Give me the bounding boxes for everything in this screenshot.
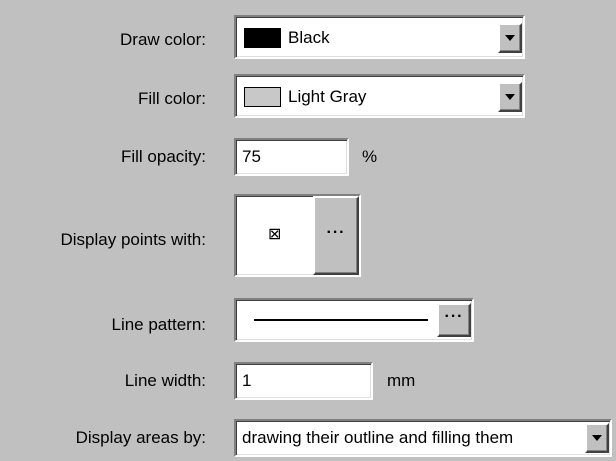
- chevron-down-icon: [592, 435, 602, 441]
- line-pattern-browse-button[interactable]: ···: [437, 303, 471, 337]
- fill-color-select[interactable]: Light Gray: [234, 74, 525, 118]
- fill-opacity-label: Fill opacity:: [120, 147, 206, 166]
- draw-color-swatch: [244, 28, 281, 48]
- fill-color-dropdown-button[interactable]: [498, 82, 522, 112]
- display-points-browse-button[interactable]: ···: [313, 196, 359, 275]
- ellipsis-icon: ···: [444, 308, 464, 325]
- display-areas-value: drawing their outline and filling them: [242, 428, 514, 447]
- line-pattern-preview: [254, 319, 428, 321]
- line-width-input[interactable]: 1: [234, 362, 373, 400]
- line-width-unit: mm: [387, 371, 416, 390]
- point-symbol-icon: ⊠: [268, 224, 282, 243]
- line-width-label: Line width:: [124, 371, 206, 390]
- draw-color-value: Black: [288, 28, 330, 47]
- display-areas-select[interactable]: drawing their outline and filling them: [234, 419, 612, 457]
- fill-opacity-input[interactable]: 75: [234, 138, 349, 176]
- draw-color-dropdown-button[interactable]: [498, 23, 522, 53]
- display-areas-dropdown-button[interactable]: [585, 423, 609, 453]
- fill-color-value: Light Gray: [288, 87, 367, 106]
- chevron-down-icon: [505, 35, 515, 41]
- display-points-label: Display points with:: [60, 230, 206, 249]
- fill-opacity-value: 75: [242, 147, 261, 166]
- display-areas-label: Display areas by:: [75, 428, 206, 447]
- fill-color-label: Fill color:: [137, 89, 206, 108]
- draw-color-select[interactable]: Black: [234, 15, 525, 59]
- line-pattern-field[interactable]: ···: [234, 298, 474, 342]
- fill-opacity-unit: %: [362, 147, 378, 166]
- ellipsis-icon: ···: [326, 223, 346, 241]
- fill-color-swatch: [244, 87, 281, 107]
- draw-color-label: Draw color:: [120, 30, 206, 49]
- display-points-symbol-field[interactable]: ⊠ ···: [234, 194, 361, 277]
- line-width-value: 1: [242, 371, 252, 390]
- chevron-down-icon: [505, 94, 515, 100]
- line-pattern-label: Line pattern:: [111, 315, 206, 334]
